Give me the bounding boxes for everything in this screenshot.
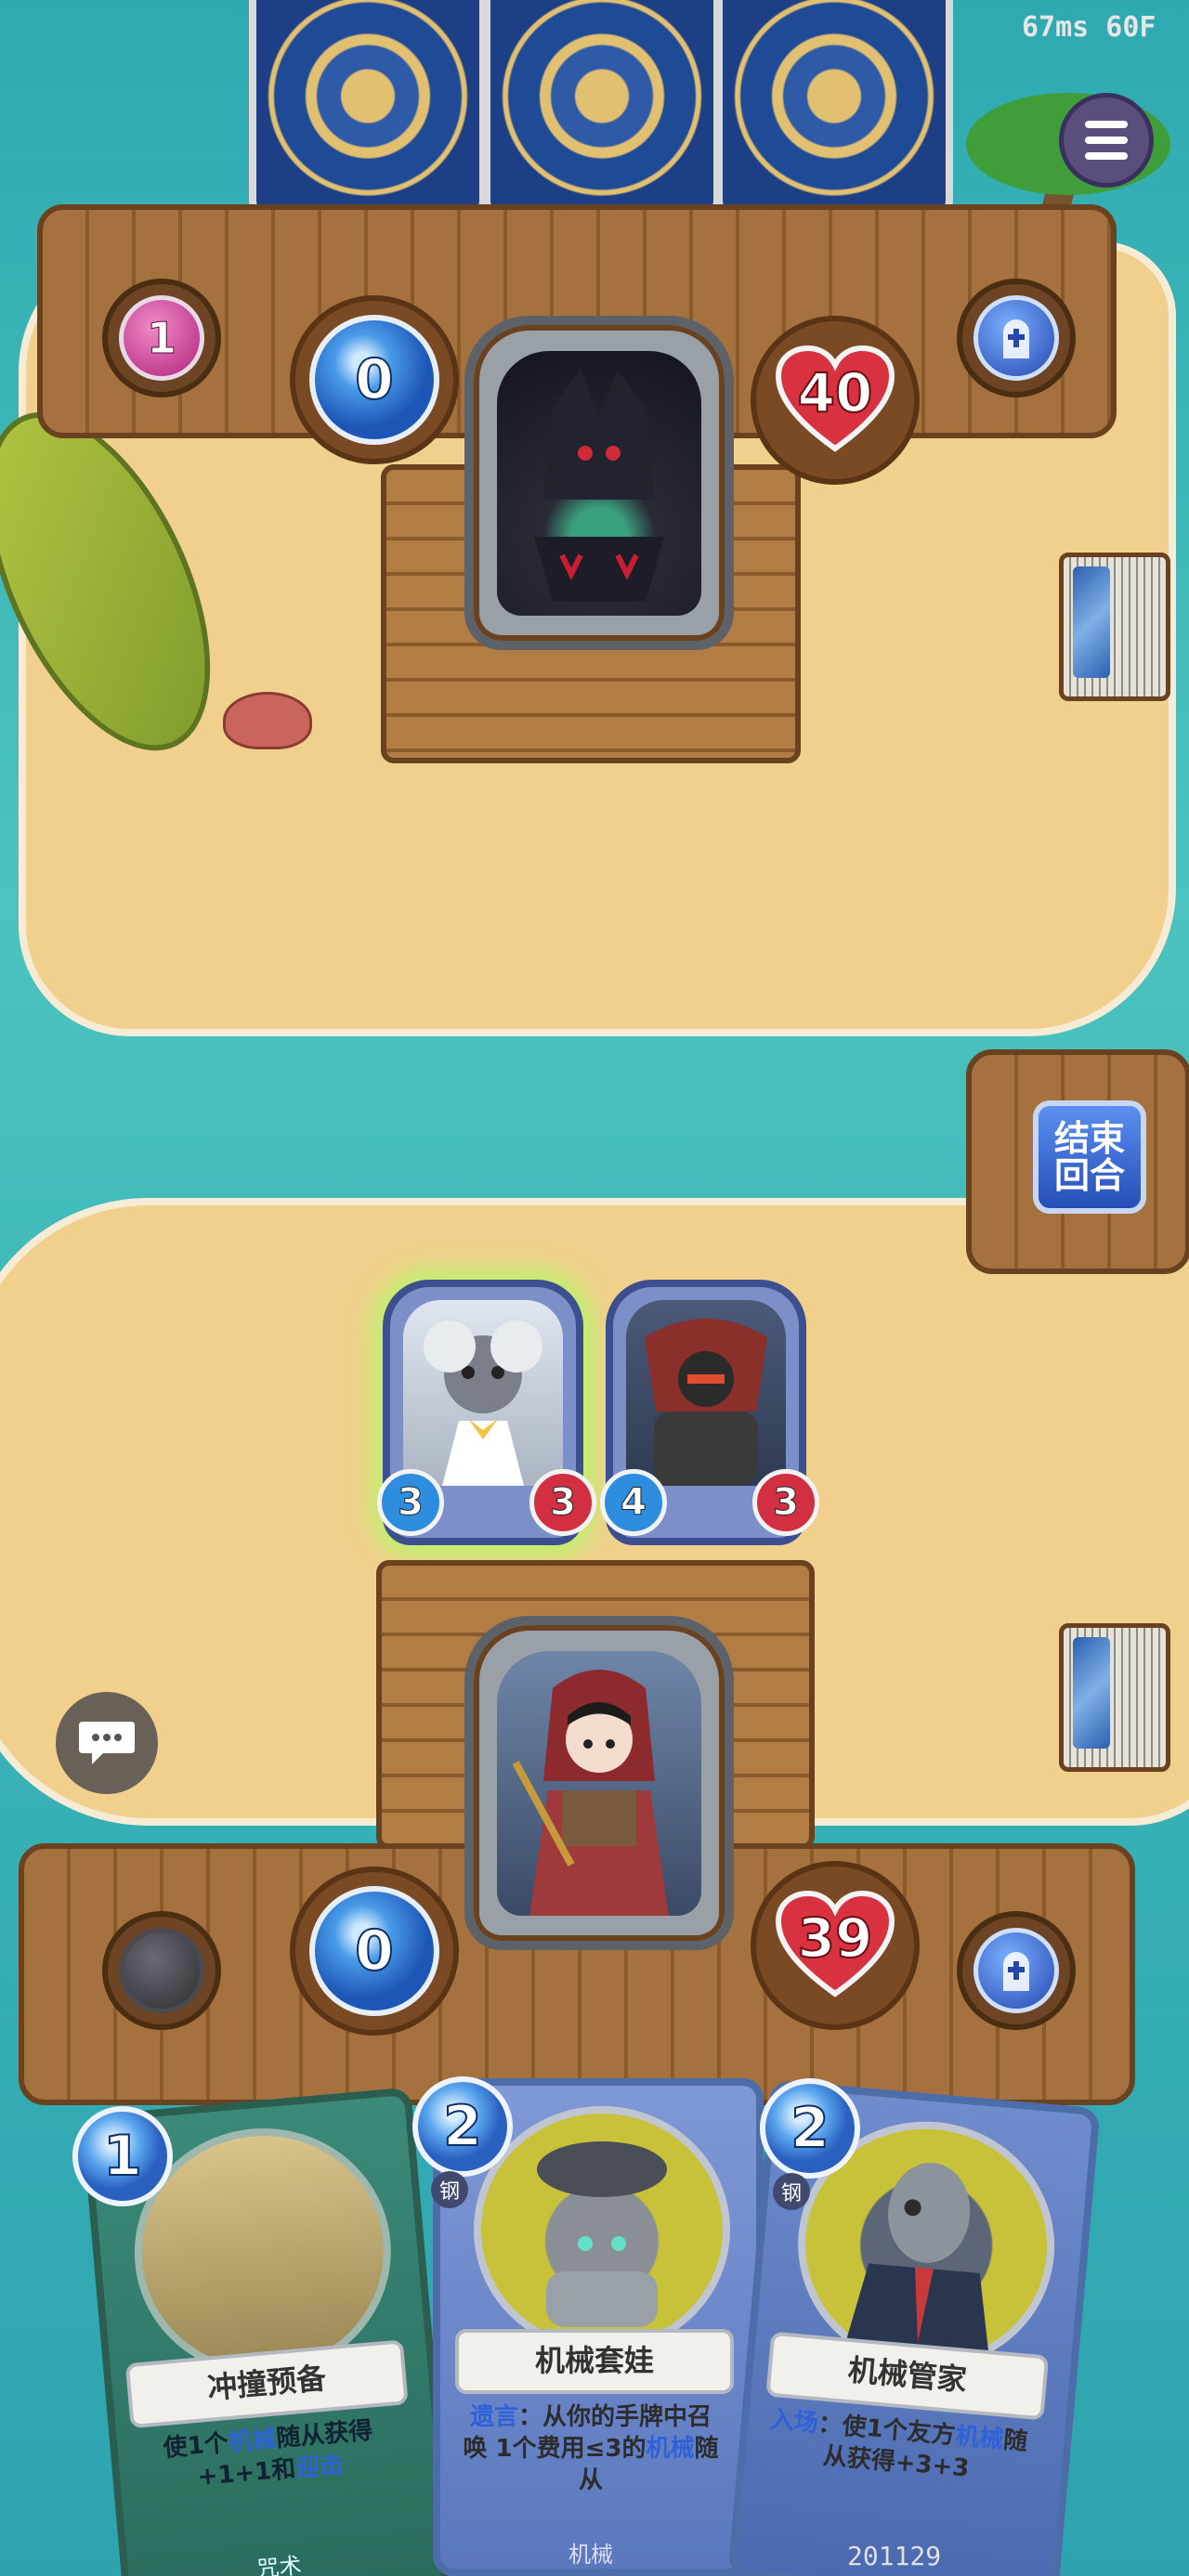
hooded-engineer-art: [512, 1669, 669, 1916]
card-cost: 1: [72, 2106, 173, 2206]
minion-art-armored-brute: [626, 1300, 786, 1486]
player-mana-orb: 0: [309, 1886, 439, 2016]
player-health-socket: 39: [751, 1861, 920, 2030]
minion-attack: 4: [600, 1469, 667, 1536]
card-tag: 钢: [431, 2171, 468, 2208]
player-minion[interactable]: 3 3: [377, 1280, 596, 1545]
player-hero-portrait[interactable]: [464, 1616, 734, 1950]
opponent-hand-card-back: [483, 0, 721, 221]
player-minion[interactable]: 4 3: [600, 1280, 819, 1545]
opponent-graveyard-socket[interactable]: [957, 279, 1076, 397]
card-tag: 钢: [773, 2173, 810, 2210]
opponent-crystal-count: 1: [119, 295, 204, 381]
minion-health: 3: [752, 1469, 819, 1536]
opponent-deck-pile: [1059, 553, 1170, 701]
card-type: 机械: [568, 2542, 613, 2568]
chat-button[interactable]: [56, 1692, 158, 1794]
card-type: 咒术: [255, 2552, 303, 2576]
opponent-hero-portrait[interactable]: [464, 316, 734, 650]
opponent-hand-card-back: [249, 0, 487, 221]
werewolf-art: [534, 369, 664, 602]
card-cost: 2: [760, 2078, 860, 2179]
end-turn-button[interactable]: 结束回合: [1033, 1100, 1146, 1214]
minion-art-maid-robot: [403, 1300, 563, 1486]
menu-icon: [1085, 121, 1128, 128]
tombstone-icon: [973, 1928, 1059, 2013]
minion-attack: 3: [377, 1469, 444, 1536]
chat-icon: [79, 1722, 135, 1764]
user-id-watermark: 201129: [847, 2541, 942, 2571]
opponent-health-socket: 40: [751, 316, 920, 485]
opponent-mana-socket: 0: [290, 295, 459, 464]
opponent-mana-orb: 0: [309, 315, 439, 445]
menu-button[interactable]: [1059, 93, 1154, 188]
card-name: 机械套娃: [455, 2329, 734, 2394]
player-crystal-empty: [119, 1928, 204, 2013]
card-description: 遗言：从你的手牌中召唤 1个费用≤3的机械随从: [463, 2403, 719, 2494]
opponent-hero-art: [497, 350, 701, 616]
opponent-crystal-socket: 1: [102, 279, 221, 397]
tombstone-icon: [973, 295, 1059, 381]
player-deck-pile: [1059, 1623, 1170, 1772]
player-mana-socket: 0: [290, 1867, 459, 2036]
opponent-health: 40: [775, 345, 895, 456]
player-graveyard-socket[interactable]: [957, 1911, 1076, 2030]
card-art: [474, 2106, 730, 2353]
player-health-value: 39: [797, 1906, 874, 1971]
minion-health: 3: [529, 1469, 596, 1536]
card-description: 使1个机械随从获得 +1+1和迎击: [162, 2416, 374, 2492]
player-hero-art: [497, 1650, 701, 1916]
card-description: 入场：使1个友方机械随从获得+3+3: [768, 2405, 1029, 2483]
card-cost: 2: [412, 2076, 513, 2177]
player-crystal-socket: [102, 1911, 221, 2030]
opponent-hand-card-back: [715, 0, 953, 221]
player-health: 39: [775, 1890, 895, 2001]
performance-readout: 67ms 60F: [1022, 11, 1156, 44]
crab-decoration: [223, 692, 312, 749]
opponent-health-value: 40: [797, 360, 874, 425]
game-board: 67ms 60F 1 0 40 结束回合 3 3 4 3 0 39 冲撞预备 使…: [0, 0, 1189, 2576]
